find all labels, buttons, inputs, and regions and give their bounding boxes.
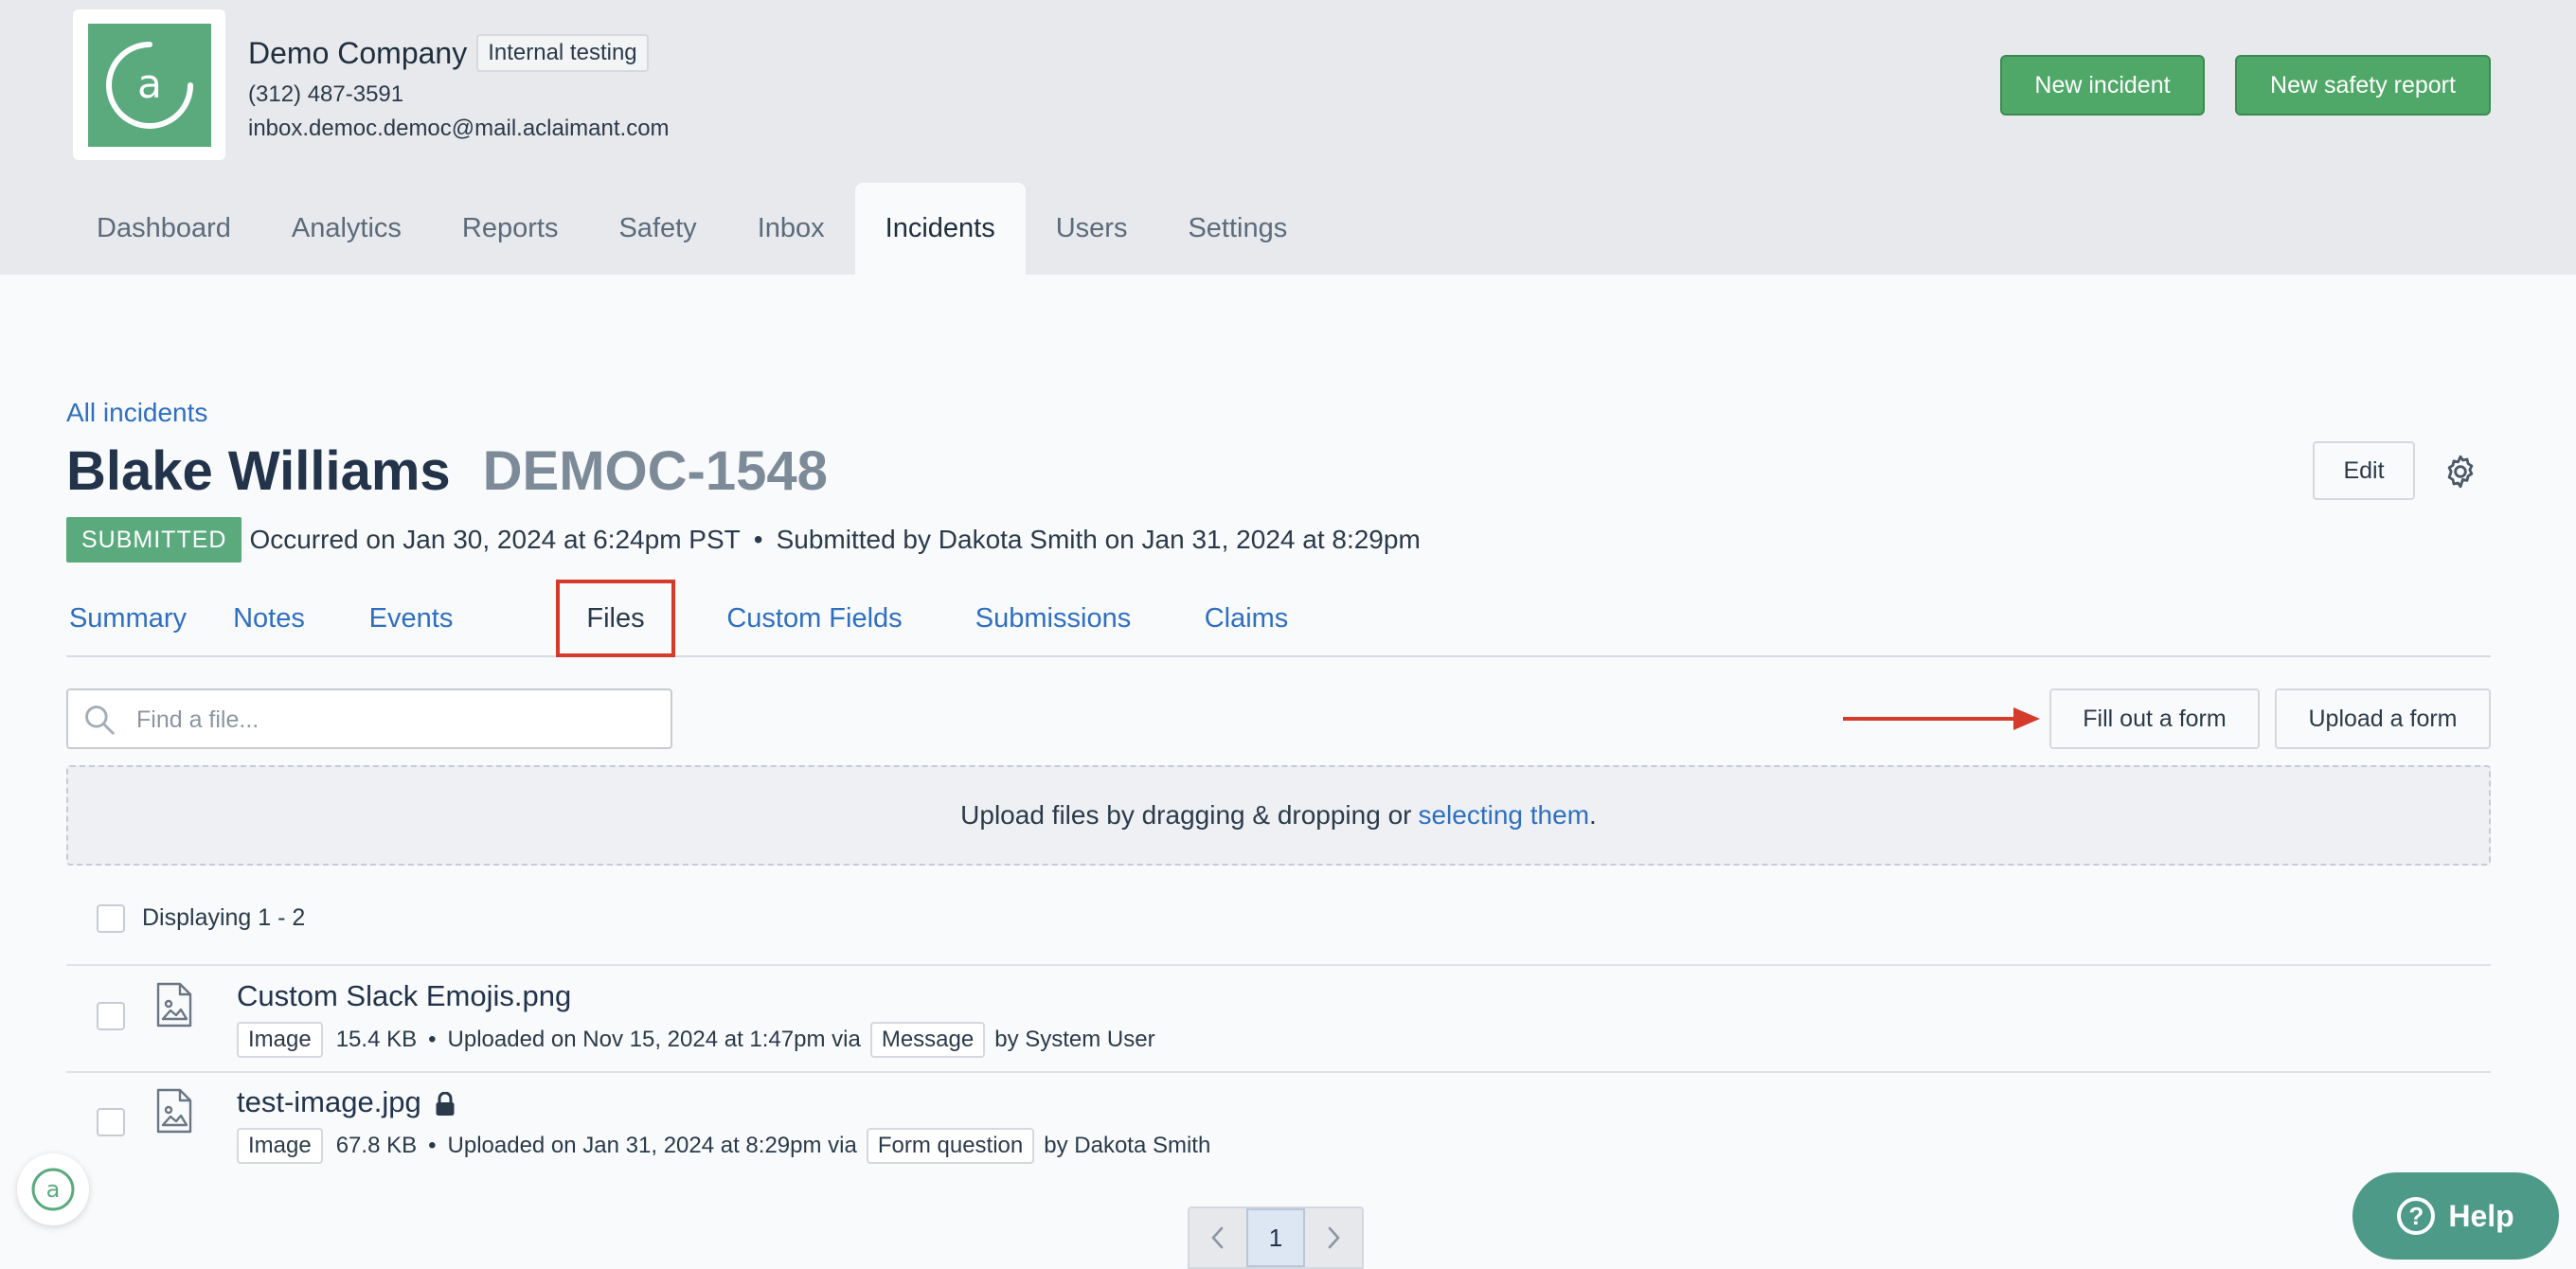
list-divider <box>66 964 2491 966</box>
file-source-tag: Message <box>869 1022 986 1058</box>
file-name-link[interactable]: Custom Slack Emojis.png <box>237 979 571 1013</box>
tab-custom-fields[interactable]: Custom Fields <box>710 580 919 657</box>
nav-incidents[interactable]: Incidents <box>854 183 1026 275</box>
aclaimant-assistant-icon[interactable]: a <box>17 1153 89 1225</box>
status-badge: SUBMITTED <box>66 517 242 563</box>
incident-meta: SUBMITTED Occurred on Jan 30, 2024 at 6:… <box>66 517 1421 563</box>
page-title: Blake Williams DEMOC-1548 <box>66 439 828 503</box>
file-uploaded: Uploaded on Nov 15, 2024 at 1:47pm via <box>447 1027 861 1052</box>
select-all-checkbox[interactable] <box>97 904 125 933</box>
page-number-current[interactable]: 1 <box>1246 1208 1305 1267</box>
upload-form-button[interactable]: Upload a form <box>2275 688 2491 749</box>
image-file-icon <box>155 1087 193 1135</box>
tab-summary[interactable]: Summary <box>66 580 189 657</box>
new-safety-report-button[interactable]: New safety report <box>2235 55 2491 116</box>
incident-name: Blake Williams <box>66 440 451 502</box>
internal-testing-badge: Internal testing <box>476 34 649 72</box>
svg-text:a: a <box>46 1176 61 1203</box>
file-source-tag: Form question <box>866 1128 1035 1164</box>
tab-submissions[interactable]: Submissions <box>951 580 1155 657</box>
search-input[interactable] <box>136 696 657 743</box>
fill-out-form-button[interactable]: Fill out a form <box>2049 688 2260 749</box>
meta-separator: • <box>428 1133 437 1158</box>
nav-inbox[interactable]: Inbox <box>727 183 855 275</box>
file-type-tag: Image <box>237 1128 323 1164</box>
svg-text:a: a <box>137 61 162 107</box>
image-file-icon <box>155 981 193 1028</box>
file-type-tag: Image <box>237 1022 323 1058</box>
dropzone-text: Upload files by dragging & dropping or <box>960 800 1412 830</box>
company-info: Demo Company Internal testing (312) 487-… <box>248 32 670 142</box>
nav-analytics[interactable]: Analytics <box>261 183 432 275</box>
help-icon: ? <box>2397 1197 2436 1235</box>
new-incident-button[interactable]: New incident <box>2000 55 2205 116</box>
list-divider <box>66 1071 2491 1073</box>
arrow-annotation-icon <box>1843 705 2042 733</box>
file-uploader: by Dakota Smith <box>1044 1133 1211 1158</box>
dropzone-select-link[interactable]: selecting them <box>1418 800 1589 831</box>
file-name[interactable]: Custom Slack Emojis.png <box>237 979 571 1013</box>
file-name-link[interactable]: test-image.jpg <box>237 1085 456 1119</box>
file-uploaded: Uploaded on Jan 31, 2024 at 8:29pm via <box>447 1133 857 1158</box>
edit-button[interactable]: Edit <box>2313 441 2415 500</box>
file-row-checkbox[interactable] <box>97 1002 125 1030</box>
tab-notes[interactable]: Notes <box>210 580 328 657</box>
tab-events[interactable]: Events <box>350 580 472 657</box>
occurred-text: Occurred on Jan 30, 2024 at 6:24pm PST <box>249 525 741 554</box>
company-logo[interactable]: a <box>73 9 225 160</box>
file-uploader: by System User <box>994 1027 1155 1052</box>
gear-icon[interactable] <box>2442 453 2479 491</box>
file-name[interactable]: test-image.jpg <box>237 1085 421 1119</box>
search-icon <box>81 702 117 738</box>
main-nav: Dashboard Analytics Reports Safety Inbox… <box>66 183 1317 275</box>
file-row-checkbox[interactable] <box>97 1108 125 1136</box>
pagination: 1 <box>1188 1206 1364 1269</box>
company-email: inbox.democ.democ@mail.aclaimant.com <box>248 116 670 141</box>
help-button[interactable]: ? Help <box>2352 1172 2559 1260</box>
tab-files[interactable]: Files <box>556 580 675 657</box>
chevron-left-icon[interactable] <box>1190 1208 1246 1267</box>
nav-reports[interactable]: Reports <box>432 183 589 275</box>
help-label: Help <box>2448 1198 2514 1233</box>
submitted-text: Submitted by Dakota Smith on Jan 31, 202… <box>776 525 1421 554</box>
tab-claims[interactable]: Claims <box>1182 580 1311 657</box>
displaying-count: Displaying 1 - 2 <box>142 904 306 931</box>
meta-separator: • <box>428 1027 437 1052</box>
incident-id: DEMOC-1548 <box>482 440 828 502</box>
company-phone: (312) 487-3591 <box>248 81 404 107</box>
file-size: 67.8 KB <box>335 1133 418 1158</box>
aclaimant-logo-icon: a <box>87 23 211 147</box>
file-meta: Image 67.8 KB • Uploaded on Jan 31, 2024… <box>237 1128 1210 1164</box>
app-header: a Demo Company Internal testing (312) 48… <box>0 0 2576 275</box>
nav-dashboard[interactable]: Dashboard <box>66 183 261 275</box>
chevron-right-icon[interactable] <box>1305 1208 1362 1267</box>
file-size: 15.4 KB <box>335 1027 418 1052</box>
file-meta: Image 15.4 KB • Uploaded on Nov 15, 2024… <box>237 1022 1155 1058</box>
lock-icon <box>435 1090 456 1116</box>
nav-users[interactable]: Users <box>1026 183 1158 275</box>
meta-separator: • <box>753 525 763 554</box>
file-search <box>66 688 672 749</box>
company-name: Demo Company <box>248 35 468 70</box>
nav-settings[interactable]: Settings <box>1157 183 1317 275</box>
nav-safety[interactable]: Safety <box>588 183 726 275</box>
breadcrumb-all-incidents[interactable]: All incidents <box>66 398 207 428</box>
incident-subtabs: Summary Notes Events Files Custom Fields… <box>66 580 2491 657</box>
file-dropzone[interactable]: Upload files by dragging & dropping or s… <box>66 765 2491 866</box>
dropzone-period: . <box>1589 800 1597 830</box>
